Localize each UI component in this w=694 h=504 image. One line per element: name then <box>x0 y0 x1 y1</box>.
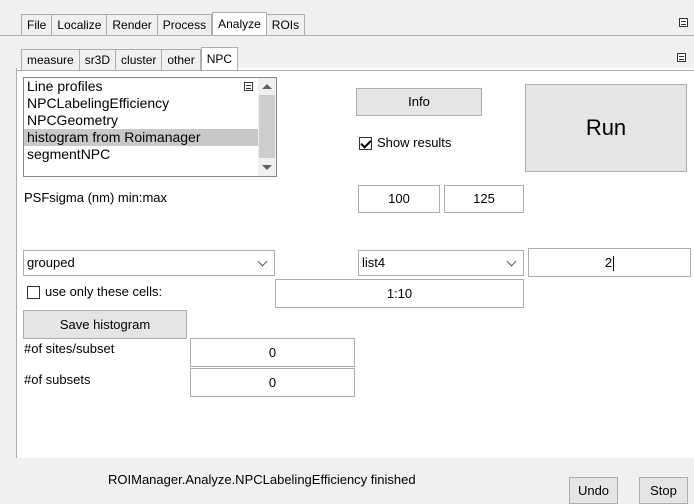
list-item[interactable]: segmentNPC <box>24 146 276 163</box>
menu-icon[interactable] <box>679 18 688 27</box>
only-cells-checkbox[interactable] <box>27 286 40 299</box>
tab-rois[interactable]: ROIs <box>266 14 306 35</box>
scroll-up-icon[interactable] <box>262 84 272 89</box>
list-select[interactable]: list4 <box>358 250 524 276</box>
main-tab-bar: File Localize Render Process Analyze ROI… <box>21 12 306 35</box>
tab-render[interactable]: Render <box>107 14 158 35</box>
chevron-down-icon <box>257 256 268 267</box>
list-item[interactable]: NPCGeometry <box>24 112 276 129</box>
list-value-field[interactable]: 2 <box>528 248 691 277</box>
save-histogram-button[interactable]: Save histogram <box>23 310 187 339</box>
info-button[interactable]: Info <box>356 88 482 116</box>
grouping-select[interactable]: grouped <box>23 250 275 276</box>
undo-button[interactable]: Undo <box>569 477 618 504</box>
grouping-select-value: grouped <box>27 255 75 270</box>
tab-file[interactable]: File <box>21 14 53 35</box>
tab-localize[interactable]: Localize <box>52 14 108 35</box>
sites-per-subset-label: #of sites/subset <box>24 341 115 356</box>
scroll-thumb[interactable] <box>259 95 275 158</box>
stop-button[interactable]: Stop <box>639 477 688 504</box>
list-menu-icon[interactable] <box>244 82 253 91</box>
submenu-icon[interactable] <box>677 53 686 62</box>
sub-tab-bar: measure sr3D cluster other NPC <box>21 47 239 70</box>
tab-measure[interactable]: measure <box>21 49 80 70</box>
tab-process[interactable]: Process <box>157 14 213 35</box>
scroll-down-icon[interactable] <box>262 165 272 170</box>
only-cells-label: use only these cells: <box>45 284 163 299</box>
tab-sr3d[interactable]: sr3D <box>79 49 117 70</box>
text-cursor <box>613 256 615 272</box>
psf-min-field[interactable]: 100 <box>358 185 440 213</box>
tab-cluster[interactable]: cluster <box>116 49 163 70</box>
tab-npc[interactable]: NPC <box>200 47 239 70</box>
list-value-text: 2 <box>604 255 613 270</box>
show-results-label: Show results <box>377 135 452 150</box>
list-item[interactable]: Line profiles <box>24 78 276 95</box>
plugin-list[interactable]: Line profiles NPCLabelingEfficiency NPCG… <box>23 77 277 177</box>
psf-sigma-label: PSFsigma (nm) min:max <box>24 190 168 205</box>
show-results-checkbox[interactable] <box>359 137 372 150</box>
cells-range-field[interactable]: 1:10 <box>275 279 524 308</box>
psf-max-field[interactable]: 125 <box>444 185 524 213</box>
list-item-selected[interactable]: histogram from Roimanager <box>24 129 276 146</box>
list-scrollbar[interactable] <box>258 78 276 176</box>
sites-per-subset-field[interactable]: 0 <box>190 338 355 367</box>
num-subsets-field[interactable]: 0 <box>190 368 355 397</box>
sub-tab-divider <box>16 70 694 71</box>
list-select-value: list4 <box>362 255 386 270</box>
tab-analyze[interactable]: Analyze <box>212 12 267 35</box>
tab-other[interactable]: other <box>162 49 201 70</box>
chevron-down-icon <box>506 256 517 267</box>
run-button[interactable]: Run <box>525 84 687 172</box>
check-icon <box>360 137 372 149</box>
status-text: ROIManager.Analyze.NPCLabelingEfficiency… <box>108 472 416 487</box>
list-item[interactable]: NPCLabelingEfficiency <box>24 95 276 112</box>
num-subsets-label: #of subsets <box>24 372 91 387</box>
